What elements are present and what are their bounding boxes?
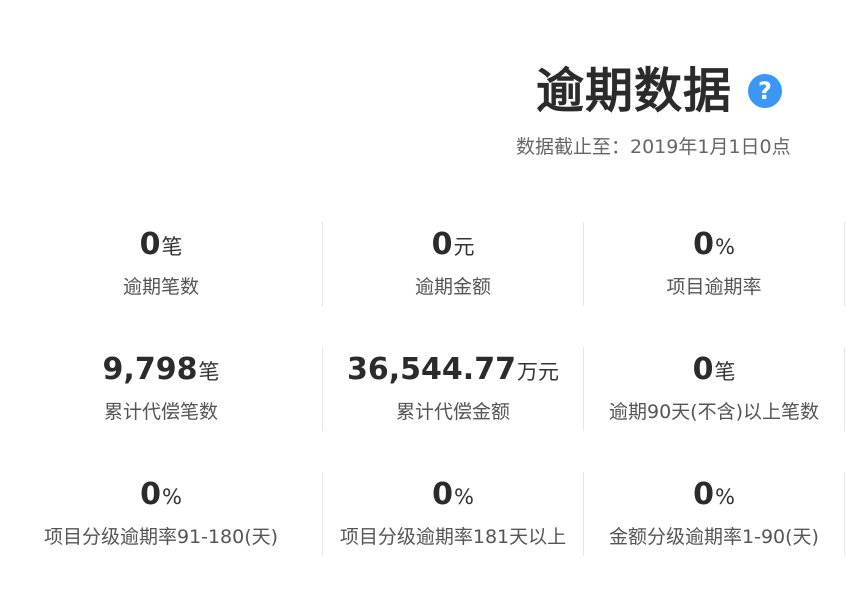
stat-project-overdue-rate: 0% 项目逾期率 [584,222,844,306]
stat-label: 逾期金额 [414,276,491,298]
stat-label: 项目分级逾期率181天以上 [339,526,567,548]
stat-label: 累计代偿金额 [395,401,510,423]
stat-overdue-amount: 0元 逾期金额 [323,222,583,306]
stat-project-rate-91-180: 0% 项目分级逾期率91-180(天) [0,472,322,556]
stat-unit: % [161,485,182,509]
data-cutoff-date: 数据截止至：2019年1月1日0点 [516,136,791,158]
stats-row: 0% 项目分级逾期率91-180(天) 0% 项目分级逾期率181天以上 0% … [0,472,847,589]
stat-label: 项目分级逾期率91-180(天) [43,526,279,548]
stat-value: 0 [692,352,714,387]
stat-overdue-90-days-count: 0笔 逾期90天(不含)以上笔数 [584,347,844,431]
stat-unit: 笔 [714,360,736,384]
stat-unit: % [714,485,735,509]
stat-unit: 万元 [516,360,559,384]
stat-unit: % [714,235,735,259]
stats-row: 9,798笔 累计代偿笔数 36,544.77万元 累计代偿金额 0笔 逾期90… [0,347,847,472]
stat-label: 逾期90天(不含)以上笔数 [608,401,819,423]
stat-value: 0 [693,477,714,512]
column-divider [844,222,845,306]
stats-row: 0笔 逾期笔数 0元 逾期金额 0% 项目逾期率 [0,222,847,347]
overdue-data-panel: 逾期数据 ? 数据截止至：2019年1月1日0点 0笔 逾期笔数 0元 逾期金额… [0,0,847,589]
stats-grid: 0笔 逾期笔数 0元 逾期金额 0% 项目逾期率 9,798笔 累计代偿笔数 3… [0,222,847,589]
stat-label: 项目逾期率 [666,276,762,298]
stat-value: 9,798 [102,352,198,387]
stat-unit: 笔 [161,235,183,259]
stat-value: 0 [431,227,453,262]
stat-cumulative-compensation-amount: 36,544.77万元 累计代偿金额 [323,347,583,431]
title-row: 逾期数据 ? [536,58,783,124]
stat-label: 金额分级逾期率1-90(天) [609,526,819,548]
stat-value: 0 [693,227,714,262]
stat-label: 累计代偿笔数 [103,401,218,423]
stat-unit: 元 [453,235,475,259]
question-circle-icon[interactable]: ? [748,74,783,108]
column-divider [844,347,845,431]
stat-value: 0 [140,477,161,512]
page-title: 逾期数据 [536,63,733,119]
stat-unit: 笔 [198,360,220,384]
column-divider [844,472,845,556]
stat-unit: % [453,485,474,509]
stat-label: 逾期笔数 [122,276,199,298]
stat-amount-rate-1-90: 0% 金额分级逾期率1-90(天) [584,472,844,556]
stat-value: 0 [432,477,453,512]
stat-cumulative-compensation-count: 9,798笔 累计代偿笔数 [0,347,322,431]
stat-value: 0 [139,227,161,262]
stat-overdue-count: 0笔 逾期笔数 [0,222,322,306]
stat-value: 36,544.77 [347,352,516,387]
stat-project-rate-181-plus: 0% 项目分级逾期率181天以上 [323,472,583,556]
